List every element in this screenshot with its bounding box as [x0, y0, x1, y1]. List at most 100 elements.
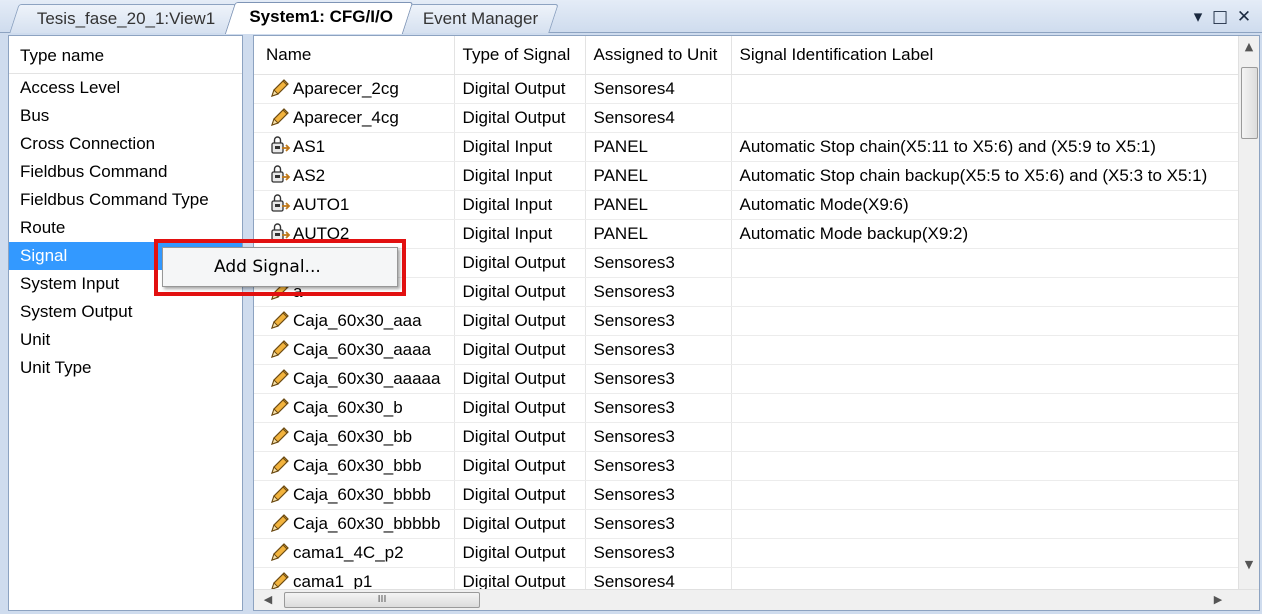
cell-label[interactable]	[731, 422, 1242, 452]
cell-unit[interactable]: PANEL	[585, 190, 732, 220]
table-row[interactable]: cama1_4C_p2 Digital Output Sensores3	[254, 538, 1242, 568]
cell-unit[interactable]: Sensores3	[585, 451, 732, 481]
column-header-name[interactable]: Name	[254, 36, 455, 75]
cell-name[interactable]: AS1	[254, 132, 455, 162]
cell-type[interactable]: Digital Input	[454, 190, 586, 220]
tab-cfg-io[interactable]: System1: CFG/I/O	[224, 2, 414, 34]
type-item-bus[interactable]: Bus	[9, 102, 242, 130]
cell-label[interactable]	[731, 103, 1242, 133]
cell-label[interactable]	[731, 538, 1242, 568]
type-item-cross-connection[interactable]: Cross Connection	[9, 130, 242, 158]
cell-type[interactable]: Digital Output	[454, 480, 586, 510]
table-row[interactable]: Caja_60x30_bbbbb Digital Output Sensores3	[254, 509, 1242, 539]
table-row[interactable]: Aparecer_2cg Digital Output Sensores4	[254, 74, 1242, 104]
cell-label[interactable]	[731, 306, 1242, 336]
cell-label[interactable]	[731, 393, 1242, 423]
cell-unit[interactable]: Sensores3	[585, 422, 732, 452]
close-icon[interactable]: ✕	[1234, 6, 1254, 28]
table-row[interactable]: AS2 Digital Input PANEL Automatic Stop chai…	[254, 161, 1242, 191]
tab-view1[interactable]: Tesis_fase_20_1:View1	[9, 4, 237, 33]
cell-name[interactable]: Aparecer_2cg	[254, 74, 455, 104]
type-item-fieldbus-command-type[interactable]: Fieldbus Command Type	[9, 186, 242, 214]
cell-unit[interactable]: PANEL	[585, 132, 732, 162]
cell-type[interactable]: Digital Output	[454, 277, 586, 307]
cell-type[interactable]: Digital Output	[454, 335, 586, 365]
cell-unit[interactable]: Sensores4	[585, 103, 732, 133]
horizontal-scroll-thumb[interactable]: III	[284, 592, 480, 608]
table-row[interactable]: Caja_60x30_bb Digital Output Sensores3	[254, 422, 1242, 452]
cell-name[interactable]: Caja_60x30_b	[254, 393, 455, 423]
cell-type[interactable]: Digital Output	[454, 393, 586, 423]
column-header-unit[interactable]: Assigned to Unit	[585, 36, 732, 75]
cell-unit[interactable]: Sensores3	[585, 277, 732, 307]
cell-unit[interactable]: Sensores3	[585, 364, 732, 394]
cell-type[interactable]: Digital Output	[454, 306, 586, 336]
cell-label[interactable]: Automatic Stop chain backup(X5:5 to X5:6…	[731, 161, 1242, 191]
cell-unit[interactable]: Sensores3	[585, 393, 732, 423]
cell-label[interactable]	[731, 451, 1242, 481]
table-row[interactable]: Caja_60x30_aaa Digital Output Sensores3	[254, 306, 1242, 336]
cell-type[interactable]: Digital Input	[454, 219, 586, 249]
cell-type[interactable]: Digital Output	[454, 364, 586, 394]
scroll-down-icon[interactable]: ▼	[1239, 558, 1259, 571]
vertical-scrollbar[interactable]: ▲ ▼	[1238, 36, 1259, 591]
cell-type[interactable]: Digital Output	[454, 103, 586, 133]
cell-name[interactable]: Caja_60x30_bbbbb	[254, 509, 455, 539]
cell-type[interactable]: Digital Output	[454, 248, 586, 278]
table-row[interactable]: Caja_60x30_bbbb Digital Output Sensores3	[254, 480, 1242, 510]
cell-name[interactable]: cama1_4C_p2	[254, 538, 455, 568]
cell-label[interactable]	[731, 74, 1242, 104]
cell-label[interactable]: Automatic Stop chain(X5:11 to X5:6) and …	[731, 132, 1242, 162]
cell-type[interactable]: Digital Output	[454, 451, 586, 481]
cell-type[interactable]: Digital Output	[454, 538, 586, 568]
type-item-unit-type[interactable]: Unit Type	[9, 354, 242, 382]
cell-label[interactable]: Automatic Mode backup(X9:2)	[731, 219, 1242, 249]
cell-label[interactable]	[731, 248, 1242, 278]
table-row[interactable]: Caja_60x30_aaaa Digital Output Sensores3	[254, 335, 1242, 365]
cell-unit[interactable]: Sensores4	[585, 74, 732, 104]
cell-unit[interactable]: PANEL	[585, 219, 732, 249]
type-item-access-level[interactable]: Access Level	[9, 74, 242, 102]
table-row[interactable]: Caja_60x30_b Digital Output Sensores3	[254, 393, 1242, 423]
horizontal-scrollbar[interactable]: ◀ III ▶	[254, 589, 1259, 610]
tab-event-manager[interactable]: Event Manager	[401, 4, 559, 33]
table-row[interactable]: AS1 Digital Input PANEL Automatic Stop chai…	[254, 132, 1242, 162]
cell-unit[interactable]: PANEL	[585, 161, 732, 191]
type-name-header[interactable]: Type name	[9, 36, 242, 74]
table-row[interactable]: Caja_60x30_bbb Digital Output Sensores3	[254, 451, 1242, 481]
cell-name[interactable]: Aparecer_4cg	[254, 103, 455, 133]
scroll-right-icon[interactable]: ▶	[1208, 593, 1228, 606]
add-signal-menu-item[interactable]: Add Signal...	[166, 251, 394, 283]
cell-unit[interactable]: Sensores3	[585, 335, 732, 365]
column-header-label[interactable]: Signal Identification Label	[731, 36, 1242, 75]
type-item-system-output[interactable]: System Output	[9, 298, 242, 326]
cell-label[interactable]	[731, 364, 1242, 394]
cell-type[interactable]: Digital Output	[454, 509, 586, 539]
cell-type[interactable]: Digital Output	[454, 74, 586, 104]
cell-unit[interactable]: Sensores3	[585, 480, 732, 510]
cell-type[interactable]: Digital Output	[454, 422, 586, 452]
cell-name[interactable]: Caja_60x30_aaaa	[254, 335, 455, 365]
type-item-unit[interactable]: Unit	[9, 326, 242, 354]
cell-unit[interactable]: Sensores3	[585, 248, 732, 278]
cell-name[interactable]: Caja_60x30_bb	[254, 422, 455, 452]
table-row[interactable]: Aparecer_4cg Digital Output Sensores4	[254, 103, 1242, 133]
cell-unit[interactable]: Sensores3	[585, 509, 732, 539]
cell-name[interactable]: Caja_60x30_aaa	[254, 306, 455, 336]
cell-type[interactable]: Digital Input	[454, 161, 586, 191]
cell-label[interactable]	[731, 277, 1242, 307]
cell-label[interactable]: Automatic Mode(X9:6)	[731, 190, 1242, 220]
table-row[interactable]: AUTO1 Digital Input PANEL Automatic Mode(X9…	[254, 190, 1242, 220]
cell-name[interactable]: AS2	[254, 161, 455, 191]
dropdown-icon[interactable]: ▾	[1188, 6, 1208, 28]
scroll-up-icon[interactable]: ▲	[1239, 40, 1259, 53]
cell-name[interactable]: Caja_60x30_bbb	[254, 451, 455, 481]
cell-unit[interactable]: Sensores3	[585, 306, 732, 336]
cell-label[interactable]	[731, 335, 1242, 365]
vertical-scroll-thumb[interactable]	[1241, 67, 1258, 139]
cell-label[interactable]	[731, 480, 1242, 510]
cell-label[interactable]	[731, 509, 1242, 539]
table-row[interactable]: Caja_60x30_aaaaa Digital Output Sensores3	[254, 364, 1242, 394]
cell-name[interactable]: AUTO1	[254, 190, 455, 220]
maximize-icon[interactable]: □	[1210, 6, 1230, 28]
